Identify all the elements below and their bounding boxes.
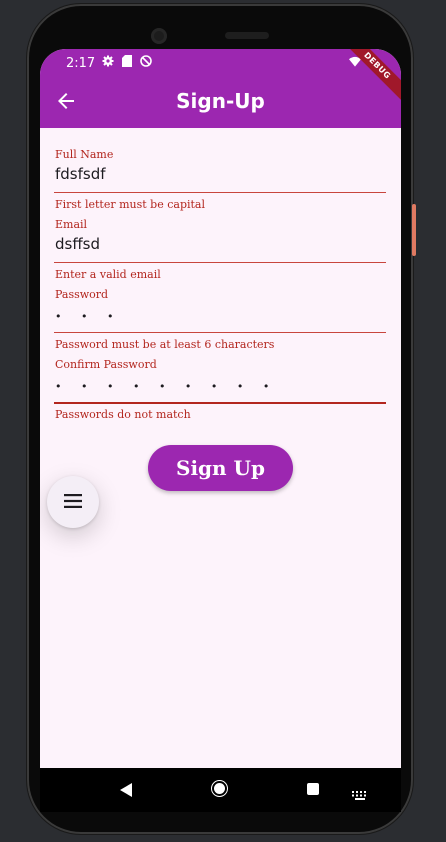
- sd-card-icon: [121, 55, 133, 67]
- nav-home-icon[interactable]: [214, 783, 225, 794]
- keyboard-icon[interactable]: [352, 785, 368, 800]
- earpiece-speaker: [225, 32, 269, 39]
- status-bar: 2:17: [40, 49, 401, 77]
- settings-gear-icon: [102, 55, 114, 67]
- nav-back-icon[interactable]: [120, 783, 132, 797]
- field-label: Email: [55, 218, 88, 231]
- app-bar: Sign-Up: [40, 77, 401, 128]
- password-field[interactable]: Password • • • Password must be at least…: [54, 285, 386, 355]
- system-nav-bar: [40, 768, 401, 812]
- menu-icon: [64, 493, 82, 512]
- do-not-disturb-icon: [140, 55, 152, 67]
- field-underline: [54, 262, 386, 263]
- field-underline: [54, 192, 386, 193]
- field-underline-focused: [54, 402, 386, 404]
- full-name-input[interactable]: fdsfsdf: [55, 165, 106, 183]
- signup-form: Full Name fdsfsdf First letter must be c…: [54, 145, 386, 425]
- field-label: Confirm Password: [55, 358, 157, 371]
- menu-fab[interactable]: [47, 476, 99, 528]
- email-input[interactable]: dsffsd: [55, 235, 100, 253]
- field-underline: [54, 332, 386, 333]
- email-field[interactable]: Email dsffsd Enter a valid email: [54, 215, 386, 285]
- field-error: Enter a valid email: [55, 268, 161, 281]
- password-input[interactable]: • • •: [55, 310, 121, 323]
- nav-recents-icon[interactable]: [307, 783, 319, 795]
- power-button: [412, 204, 416, 256]
- sign-up-button[interactable]: Sign Up: [148, 445, 293, 491]
- page-title: Sign-Up: [176, 89, 265, 113]
- field-error: First letter must be capital: [55, 198, 206, 211]
- field-error: Password must be at least 6 characters: [55, 338, 275, 351]
- field-label: Full Name: [55, 148, 114, 161]
- field-error: Passwords do not match: [55, 408, 191, 421]
- status-time: 2:17: [66, 56, 96, 71]
- full-name-field[interactable]: Full Name fdsfsdf First letter must be c…: [54, 145, 386, 215]
- confirm-password-field[interactable]: Confirm Password • • • • • • • • • Passw…: [54, 355, 386, 425]
- app-screen: 2:17 Sign-Up DEBUG Full Name fdsfsdf Fir…: [40, 49, 401, 799]
- confirm-password-input[interactable]: • • • • • • • • •: [55, 380, 277, 393]
- front-camera: [151, 28, 167, 44]
- field-label: Password: [55, 288, 109, 301]
